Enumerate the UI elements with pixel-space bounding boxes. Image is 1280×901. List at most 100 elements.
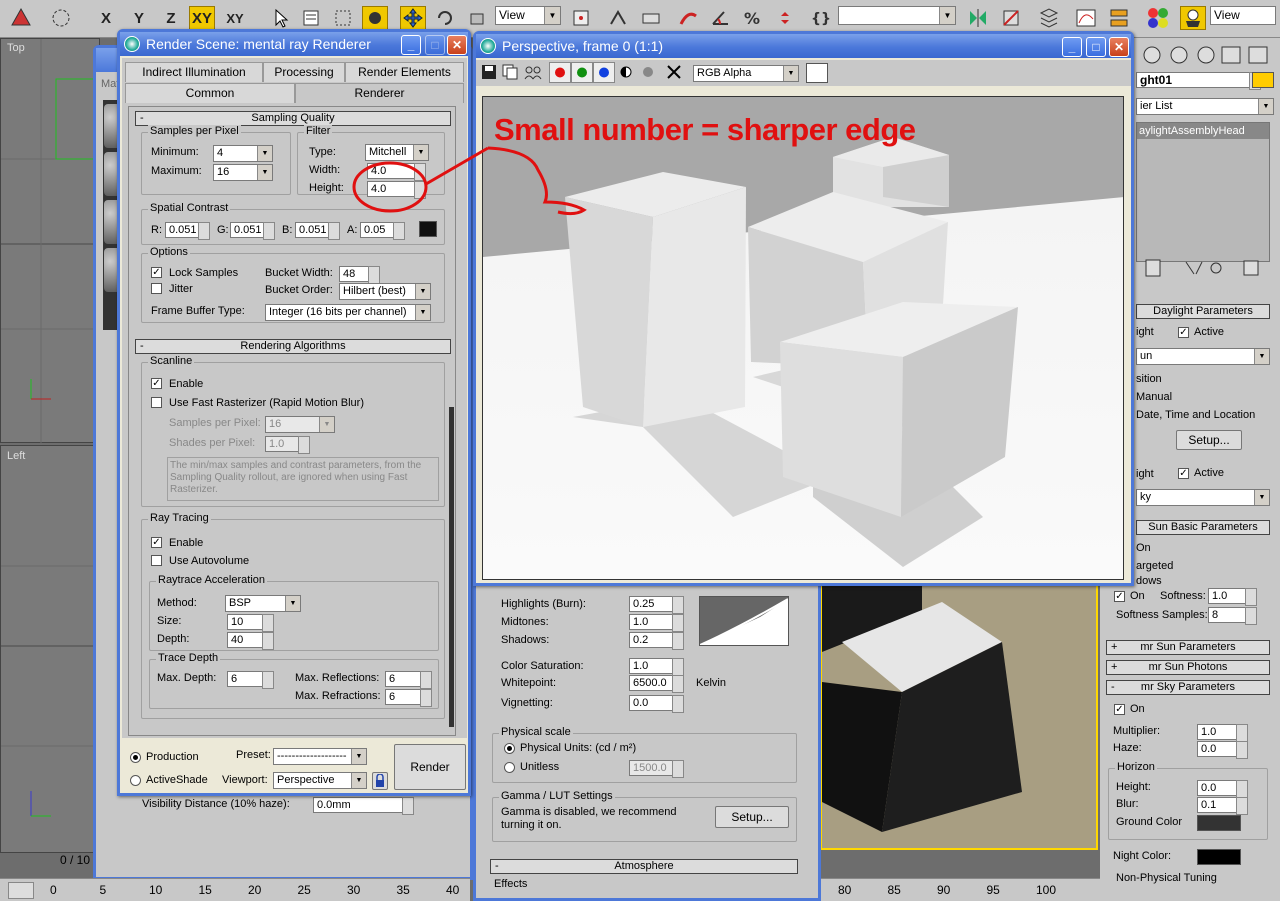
physical-units-radio[interactable]	[504, 743, 515, 754]
region-select-icon[interactable]	[330, 6, 356, 30]
contrast-a-field[interactable]: 0.05	[360, 222, 405, 240]
whitepoint-field[interactable]: 6500.0	[629, 675, 684, 693]
fast-samples-select[interactable]: 16 ▼	[265, 416, 335, 433]
activeshade-radio[interactable]	[130, 775, 141, 786]
depth-field[interactable]: 40	[227, 632, 274, 650]
snap-toggle-icon[interactable]	[676, 6, 702, 30]
bucket-order-select[interactable]: Hilbert (best) ▼	[339, 283, 431, 300]
contrast-color-swatch[interactable]	[419, 221, 437, 237]
object-name-field[interactable]: ght01	[1136, 72, 1261, 90]
mr-sun-photons-header[interactable]: + mr Sun Photons	[1106, 660, 1270, 675]
max-refractions-field[interactable]: 6	[385, 689, 432, 707]
clear-image-icon[interactable]	[666, 64, 682, 80]
size-field[interactable]: 10	[227, 614, 274, 632]
unitless-radio[interactable]	[504, 762, 515, 773]
vignetting-field[interactable]: 0.0	[629, 695, 684, 713]
contrast-g-field[interactable]: 0.051	[230, 222, 275, 240]
reference-coord-select[interactable]: View ▼	[495, 6, 561, 25]
tab-indirect-illumination[interactable]: Indirect Illumination	[125, 62, 263, 82]
object-color-swatch[interactable]	[1252, 72, 1274, 88]
softness-field[interactable]: 1.0	[1208, 588, 1257, 606]
mr-sun-params-header[interactable]: + mr Sun Parameters	[1106, 640, 1270, 655]
rotate-icon[interactable]	[432, 6, 458, 30]
haze-field[interactable]: 0.0	[1197, 741, 1248, 759]
maximize-button[interactable]: □	[1086, 37, 1106, 57]
sunlight-active-checkbox[interactable]: ✓	[1178, 327, 1189, 338]
midtones-field[interactable]: 1.0	[629, 614, 684, 632]
align-icon[interactable]	[998, 6, 1024, 30]
monochrome-icon[interactable]	[640, 64, 656, 80]
rendering-algorithms-header[interactable]: - Rendering Algorithms	[135, 339, 451, 354]
stack-item[interactable]: aylightAssemblyHead	[1137, 123, 1269, 139]
copy-image-icon[interactable]	[502, 64, 518, 80]
schematic-view-icon[interactable]	[1106, 6, 1132, 30]
contrast-r-field[interactable]: 0.051	[165, 222, 210, 240]
minimize-button[interactable]: _	[1062, 37, 1082, 57]
sampling-quality-header[interactable]: - Sampling Quality	[135, 111, 451, 126]
shadows-field[interactable]: 0.2	[629, 632, 684, 650]
clone-window-icon[interactable]	[524, 64, 542, 80]
window-crossing-icon[interactable]	[362, 6, 388, 30]
restrict-z-button[interactable]: Z	[158, 6, 184, 30]
close-button[interactable]: ✕	[447, 35, 467, 55]
maximize-button[interactable]: □	[425, 35, 445, 55]
lock-viewport-icon[interactable]	[372, 772, 388, 790]
date-time-option[interactable]: Date, Time and Location	[1136, 409, 1255, 421]
viewport-select[interactable]: Perspective ▼	[273, 772, 367, 789]
perspective-viewport[interactable]	[820, 580, 1098, 850]
lock-samples-checkbox[interactable]: ✓	[151, 267, 162, 278]
sun-type-select[interactable]: un ▼	[1136, 348, 1270, 365]
visibility-distance-field[interactable]: 0.0mm	[313, 797, 414, 815]
render-button[interactable]: Render	[394, 744, 466, 790]
percent-snap-icon[interactable]: %	[740, 6, 766, 30]
minimum-select[interactable]: 4 ▼	[213, 145, 273, 162]
mirror-icon[interactable]	[965, 6, 991, 30]
sky-type-select[interactable]: ky ▼	[1136, 489, 1270, 506]
raytrace-enable-checkbox[interactable]: ✓	[151, 537, 162, 548]
modifier-list-select[interactable]: ier List ▼	[1136, 98, 1274, 115]
color-saturation-field[interactable]: 1.0	[629, 658, 684, 676]
preset-select[interactable]: ------------------- ▼	[273, 748, 367, 765]
top-viewport[interactable]: Top	[0, 38, 101, 444]
restrict-y-button[interactable]: Y	[126, 6, 152, 30]
pixel-color-swatch[interactable]	[806, 63, 828, 83]
fast-rasterizer-checkbox[interactable]	[151, 397, 162, 408]
max-reflections-field[interactable]: 6	[385, 671, 432, 689]
layer-manager-icon[interactable]	[1036, 6, 1062, 30]
move-icon[interactable]	[400, 6, 426, 30]
sky-on-checkbox[interactable]: ✓	[1114, 704, 1125, 715]
render-view-select[interactable]: View	[1210, 6, 1276, 25]
frame-buffer-select[interactable]: Integer (16 bits per channel) ▼	[265, 304, 431, 321]
save-image-icon[interactable]	[481, 64, 497, 80]
atmosphere-header[interactable]: - Atmosphere	[490, 859, 798, 874]
left-viewport[interactable]: Left	[0, 445, 101, 853]
timeline[interactable]: 0 5 10 15 20 25 30 35 40	[0, 878, 470, 901]
multiplier-field[interactable]: 1.0	[1197, 724, 1248, 742]
restrict-xy-button[interactable]: XY	[189, 6, 215, 30]
manual-option[interactable]: Manual	[1136, 391, 1172, 403]
timeline-config-icon[interactable]	[8, 882, 34, 899]
select-by-name-icon[interactable]	[298, 6, 324, 30]
gamma-setup-button[interactable]: Setup...	[715, 806, 789, 828]
scale-icon[interactable]	[464, 6, 490, 30]
jitter-checkbox[interactable]	[151, 283, 162, 294]
blue-channel-toggle[interactable]	[593, 62, 615, 83]
select-object-icon[interactable]	[268, 6, 294, 30]
night-color-swatch[interactable]	[1197, 849, 1241, 865]
green-channel-toggle[interactable]	[571, 62, 593, 83]
shadows-on-checkbox[interactable]: ✓	[1114, 591, 1125, 602]
curve-editor-icon[interactable]	[1073, 6, 1099, 30]
soft-samples-field[interactable]: 8	[1208, 607, 1257, 625]
keyboard-shortcut-icon[interactable]	[638, 6, 664, 30]
daylight-params-header[interactable]: Daylight Parameters	[1136, 304, 1270, 319]
modifier-stack[interactable]: aylightAssemblyHead	[1136, 122, 1270, 262]
edit-named-selection-icon[interactable]: {}	[808, 6, 834, 30]
horizon-blur-field[interactable]: 0.1	[1197, 797, 1248, 815]
daylight-setup-button[interactable]: Setup...	[1176, 430, 1242, 450]
skylight-active-checkbox[interactable]: ✓	[1178, 468, 1189, 479]
named-selection-set[interactable]: ▼	[838, 6, 956, 25]
tab-render-elements[interactable]: Render Elements	[345, 62, 464, 82]
method-select[interactable]: BSP ▼	[225, 595, 301, 612]
autovolume-checkbox[interactable]	[151, 555, 162, 566]
rollout-scrollbar[interactable]	[449, 407, 454, 727]
